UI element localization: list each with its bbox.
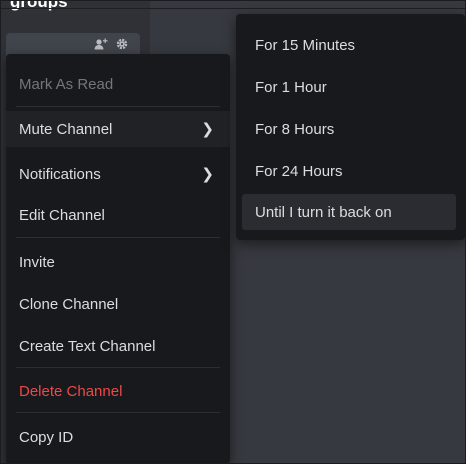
gear-icon[interactable] [116,38,128,54]
submenu-item-until-turned-back-on[interactable]: Until I turn it back on [242,194,456,230]
submenu-item-label: For 15 Minutes [255,36,356,54]
menu-item-mute-channel[interactable]: Mute Channel ❯ [6,111,230,147]
submenu-item-24-hours[interactable]: For 24 Hours [242,153,456,189]
submenu-item-15-minutes[interactable]: For 15 Minutes [242,27,456,63]
menu-item-label: Create Text Channel [19,337,156,355]
menu-divider [16,106,220,107]
menu-item-notifications[interactable]: Notifications ❯ [6,156,230,192]
menu-item-label: Mute Channel [19,120,113,138]
menu-item-mark-as-read[interactable]: Mark As Read [6,66,230,102]
menu-item-label: Notifications [19,165,101,183]
menu-item-invite[interactable]: Invite [6,244,230,280]
submenu-item-label: For 8 Hours [255,120,335,138]
menu-item-label: Copy ID [19,428,74,446]
submenu-item-label: Until I turn it back on [255,203,392,221]
menu-item-label: Mark As Read [19,75,114,93]
menu-divider [16,237,220,238]
submenu-item-8-hours[interactable]: For 8 Hours [242,111,456,147]
add-member-icon[interactable] [94,38,108,54]
menu-item-label: Invite [19,253,55,271]
menu-divider [16,412,220,413]
chevron-right-icon: ❯ [201,121,214,138]
menu-item-create-text-channel[interactable]: Create Text Channel [6,328,230,364]
menu-item-label: Clone Channel [19,295,119,313]
chevron-right-icon: ❯ [201,166,214,183]
menu-item-clone-channel[interactable]: Clone Channel [6,286,230,322]
server-name[interactable]: groups [10,0,68,12]
menu-item-label: Edit Channel [19,206,105,224]
submenu-item-1-hour[interactable]: For 1 Hour [242,69,456,105]
header-divider [0,8,466,9]
menu-item-edit-channel[interactable]: Edit Channel [6,197,230,233]
mute-duration-submenu: For 15 Minutes For 1 Hour For 8 Hours Fo… [236,14,465,240]
menu-item-copy-id[interactable]: Copy ID [6,419,230,455]
menu-divider [16,367,220,368]
submenu-item-label: For 24 Hours [255,162,343,180]
menu-item-delete-channel[interactable]: Delete Channel [6,373,230,409]
submenu-item-label: For 1 Hour [255,78,327,96]
menu-item-label: Delete Channel [19,382,123,400]
channel-context-menu: Mark As Read Mute Channel ❯ Notification… [6,54,230,464]
